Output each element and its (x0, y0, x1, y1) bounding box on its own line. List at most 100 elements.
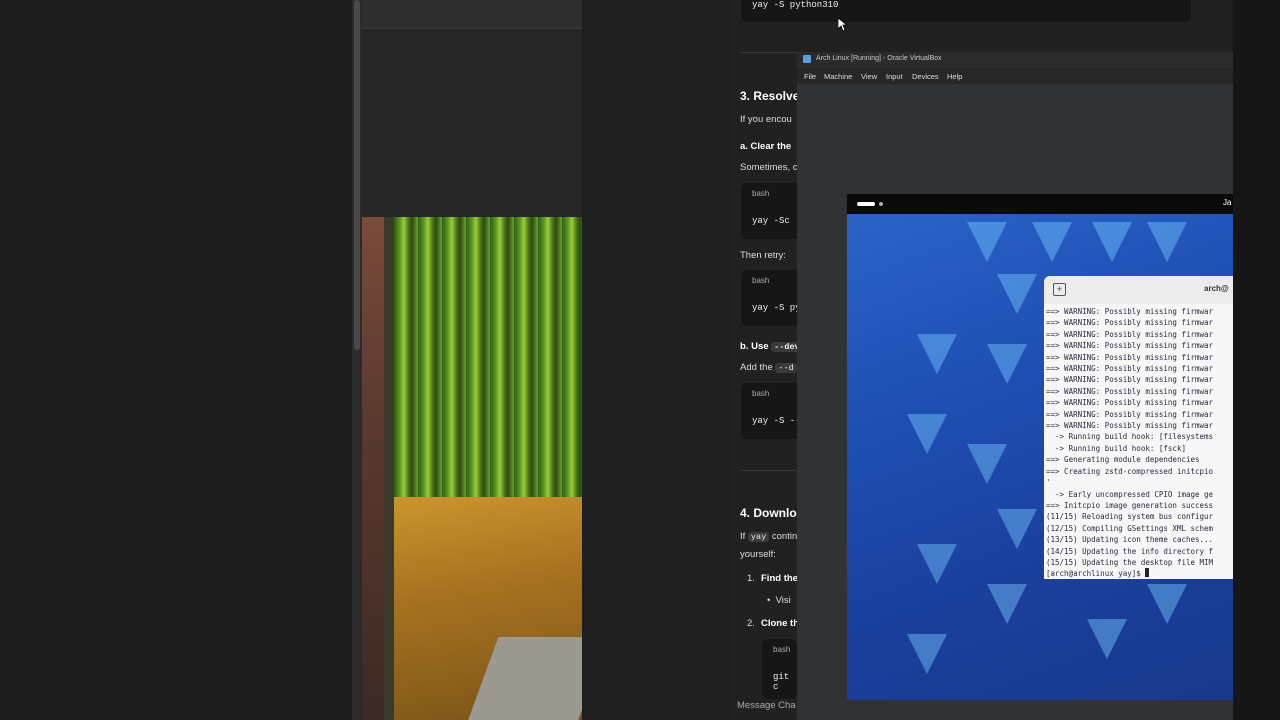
terminal-line: ==> WARNING: Possibly missing firmwar (1046, 307, 1214, 316)
message-input[interactable]: Message Cha (732, 695, 797, 717)
terminal-line: ==> Creating zstd-compressed initcpio (1046, 466, 1214, 476)
section-4-yourself: yourself: (740, 549, 776, 560)
terminal-line: -> Early uncompressed CPIO image ge (1046, 489, 1214, 499)
step-1-bullet: • Visi (767, 595, 791, 606)
wallpaper-shape (917, 334, 957, 374)
then-retry-text: Then retry: (740, 250, 786, 261)
workspace-indicator[interactable] (879, 202, 883, 206)
terminal-line: ==> WARNING: Possibly missing firmwar (1046, 352, 1214, 362)
terminal-line: ' (1046, 478, 1051, 488)
add-the-text: Add the --d (740, 362, 797, 373)
wallpaper-shape (1147, 222, 1187, 262)
step-1-label: Find the (761, 573, 798, 584)
code-b-text: yay -S py (752, 303, 801, 313)
terminal-line: (11/15) Reloading system bus configur (1046, 512, 1214, 522)
wallpaper-shape (997, 509, 1037, 549)
terminal-line: ==> WARNING: Possibly missing firmwar (1046, 329, 1214, 339)
wallpaper-shape (1092, 222, 1132, 262)
mouse-cursor-icon (838, 18, 847, 32)
wallpaper-shape (917, 544, 957, 584)
wallpaper-shape (1087, 619, 1127, 659)
section-4-inline-code: yay (747, 532, 770, 542)
divider (741, 470, 797, 471)
background-gap (582, 0, 732, 720)
step-1-bullet-text[interactable]: Visi (776, 595, 791, 606)
message-input-placeholder: Message Cha (737, 700, 796, 711)
terminal-line: (14/15) Updating the info directory f (1046, 546, 1214, 556)
terminal-line: ==> WARNING: Possibly missing firmwar (1046, 375, 1214, 385)
sub-a-title: a. Clear the (740, 141, 792, 152)
background-left-pane (0, 0, 352, 720)
wallpaper-shape (1032, 222, 1072, 262)
terminal-line: ==> WARNING: Possibly missing firmwar (1046, 386, 1214, 396)
section-3-intro: If you encou (740, 114, 792, 125)
terminal-line: ==> WARNING: Possibly missing firmwar (1046, 318, 1214, 328)
bamboo-forest-photo (362, 217, 582, 720)
virtualbox-title-text: Arch Linux [Running] - Oracle VirtualBox (816, 55, 942, 62)
terminal-output[interactable]: ==> WARNING: Possibly missing firmwar ==>… (1046, 306, 1233, 579)
terminal-window[interactable]: + arch@ ==> WARNING: Possibly missing fi… (1044, 276, 1233, 579)
menu-machine[interactable]: Machine (824, 72, 852, 81)
terminal-line: ==> WARNING: Possibly missing firmwar (1046, 421, 1214, 431)
menu-input[interactable]: Input (886, 72, 903, 81)
code-lang-label: bash (773, 645, 791, 654)
wallpaper-shape (907, 414, 947, 454)
section-4-if: If (740, 531, 746, 542)
sub-b-prefix: b. Use (740, 341, 769, 352)
sub-b-title: b. Use --dev (740, 341, 803, 352)
terminal-line: ==> Generating module dependencies (1046, 455, 1200, 465)
terminal-line: ==> WARNING: Possibly missing firmwar (1046, 364, 1214, 374)
code-top-text: yay -S python310 (752, 0, 839, 10)
divider (741, 52, 797, 53)
code-a-text: yay -Sc (752, 216, 790, 226)
code-lang-label: bash (752, 389, 770, 398)
add-the-prefix: Add the (740, 362, 773, 373)
terminal-headerbar[interactable]: + arch@ (1044, 276, 1233, 304)
code-lang-label: bash (752, 189, 770, 198)
terminal-line: ==> WARNING: Possibly missing firmwar (1046, 341, 1214, 351)
wallpaper-shape (987, 344, 1027, 384)
background-right-edge (1233, 0, 1280, 720)
wallpaper-shape (907, 634, 947, 674)
code-c-text: yay -S -- (752, 416, 801, 426)
section-3-title: 3. Resolve (740, 89, 800, 103)
guest-top-bar: Ja (847, 194, 1233, 214)
scrollbar-thumb[interactable] (354, 0, 360, 350)
step-1-number: 1. (747, 573, 755, 584)
workspace-indicator-active[interactable] (857, 202, 875, 206)
terminal-line: (12/15) Compiling GSettings XML schem (1046, 523, 1214, 533)
wallpaper-shape (997, 274, 1037, 314)
step-2-label: Clone th (761, 618, 799, 629)
photo-bamboo (394, 217, 582, 517)
step-2-number: 2. (747, 618, 755, 629)
virtualbox-logo-icon (803, 55, 811, 63)
wallpaper-shape (987, 584, 1027, 624)
menu-devices[interactable]: Devices (912, 72, 939, 81)
terminal-line: -> Running build hook: [fsck] (1046, 443, 1186, 453)
virtualbox-titlebar[interactable]: Arch Linux [Running] - Oracle VirtualBox (797, 52, 1233, 67)
photo-gap (384, 217, 394, 720)
menu-file[interactable]: File (804, 72, 816, 81)
terminal-line: -> Running build hook: [filesystems (1046, 432, 1214, 442)
terminal-line: [arch@archlinux yay]$ (1046, 568, 1233, 579)
wallpaper-shape (967, 444, 1007, 484)
guest-clock[interactable]: Ja (1223, 198, 1231, 207)
wallpaper-shape (1147, 584, 1187, 624)
terminal-line: ==> Initcpio image generation success (1046, 500, 1214, 510)
terminal-line: (13/15) Updating icon theme caches... (1046, 535, 1214, 545)
terminal-line: ==> WARNING: Possibly missing firmwar (1046, 398, 1214, 408)
code-lang-label: bash (752, 276, 770, 285)
wallpaper-shape (967, 222, 1007, 262)
virtualbox-menubar: File Machine View Input Devices Help (797, 68, 1233, 84)
code-block-top: yay -S python310 (741, 0, 1191, 22)
sub-a-text: Sometimes, c (740, 162, 798, 173)
code-d-text: git c (773, 672, 790, 692)
terminal-line: ==> WARNING: Possibly missing firmwar (1046, 409, 1214, 419)
new-tab-icon[interactable]: + (1053, 283, 1066, 296)
photo-rock-strip (362, 217, 384, 720)
add-the-inline-code: --d (775, 363, 797, 373)
code-block-d: bash git c (762, 639, 797, 699)
menu-view[interactable]: View (861, 72, 877, 81)
section-4-rest: contin (771, 531, 798, 542)
menu-help[interactable]: Help (947, 72, 962, 81)
